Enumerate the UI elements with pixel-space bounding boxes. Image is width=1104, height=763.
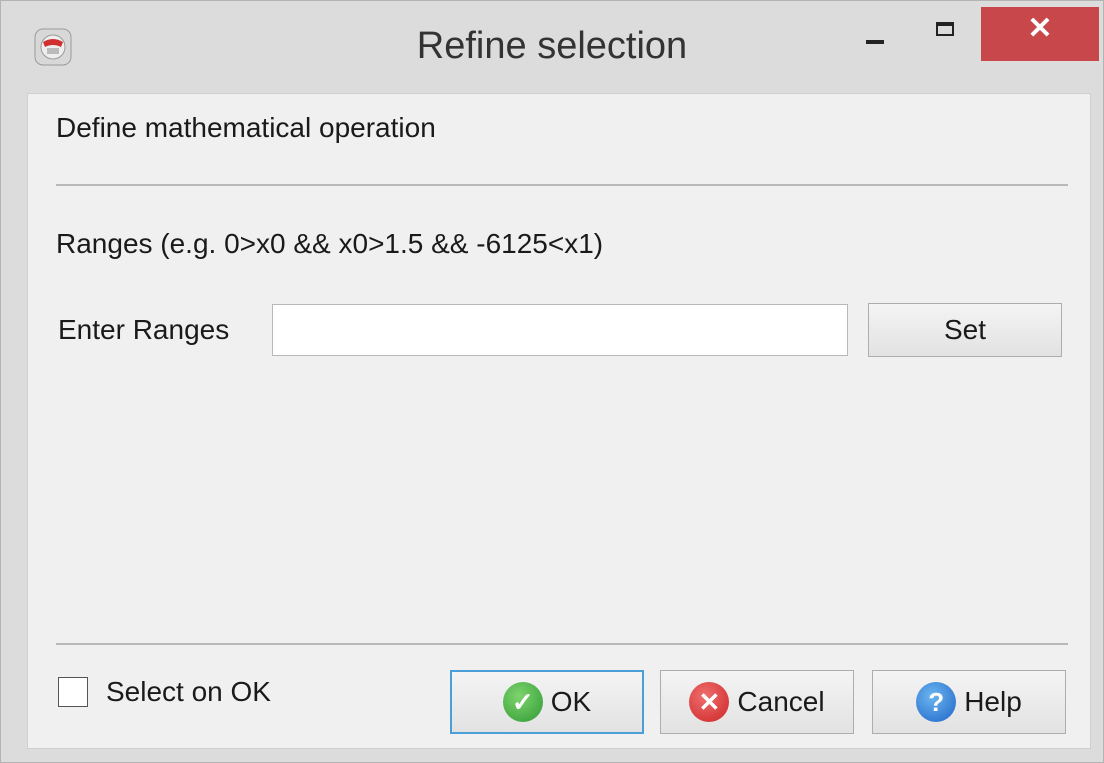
close-icon: ✕: [1027, 12, 1053, 45]
ok-button-label: OK: [550, 686, 592, 717]
help-button[interactable]: ? Help: [872, 670, 1066, 734]
help-icon: ?: [916, 682, 957, 722]
minimize-icon: [866, 40, 884, 44]
minimize-button[interactable]: [847, 7, 903, 61]
cancel-icon: ✕: [689, 682, 730, 722]
maximize-button[interactable]: [917, 7, 973, 61]
section-heading: Define mathematical operation: [56, 112, 436, 143]
set-button[interactable]: Set: [868, 303, 1062, 357]
divider: [56, 184, 1068, 186]
cancel-button[interactable]: ✕ Cancel: [660, 670, 854, 734]
select-on-ok-label: Select on OK: [106, 676, 271, 707]
ranges-hint: Ranges (e.g. 0>x0 && x0>1.5 && -6125<x1): [56, 228, 604, 259]
checkmark-icon: ✓: [502, 682, 543, 722]
maximize-icon: [936, 22, 954, 36]
help-button-label: Help: [964, 686, 1022, 717]
cancel-button-label: Cancel: [737, 686, 825, 717]
title-bar[interactable]: Refine selection ✕: [1, 1, 1103, 93]
enter-ranges-label: Enter Ranges: [58, 314, 230, 345]
select-on-ok-row[interactable]: Select on OK: [58, 676, 271, 708]
divider: [56, 643, 1068, 645]
ok-button[interactable]: ✓ OK: [450, 670, 644, 734]
dialog-window: Refine selection ✕ Define mathematical o…: [0, 0, 1104, 763]
dialog-content: Define mathematical operation Ranges (e.…: [27, 93, 1091, 749]
select-on-ok-checkbox[interactable]: [58, 677, 88, 707]
set-button-label: Set: [943, 314, 987, 345]
close-button[interactable]: ✕: [981, 7, 1099, 61]
ranges-input[interactable]: [272, 304, 848, 356]
